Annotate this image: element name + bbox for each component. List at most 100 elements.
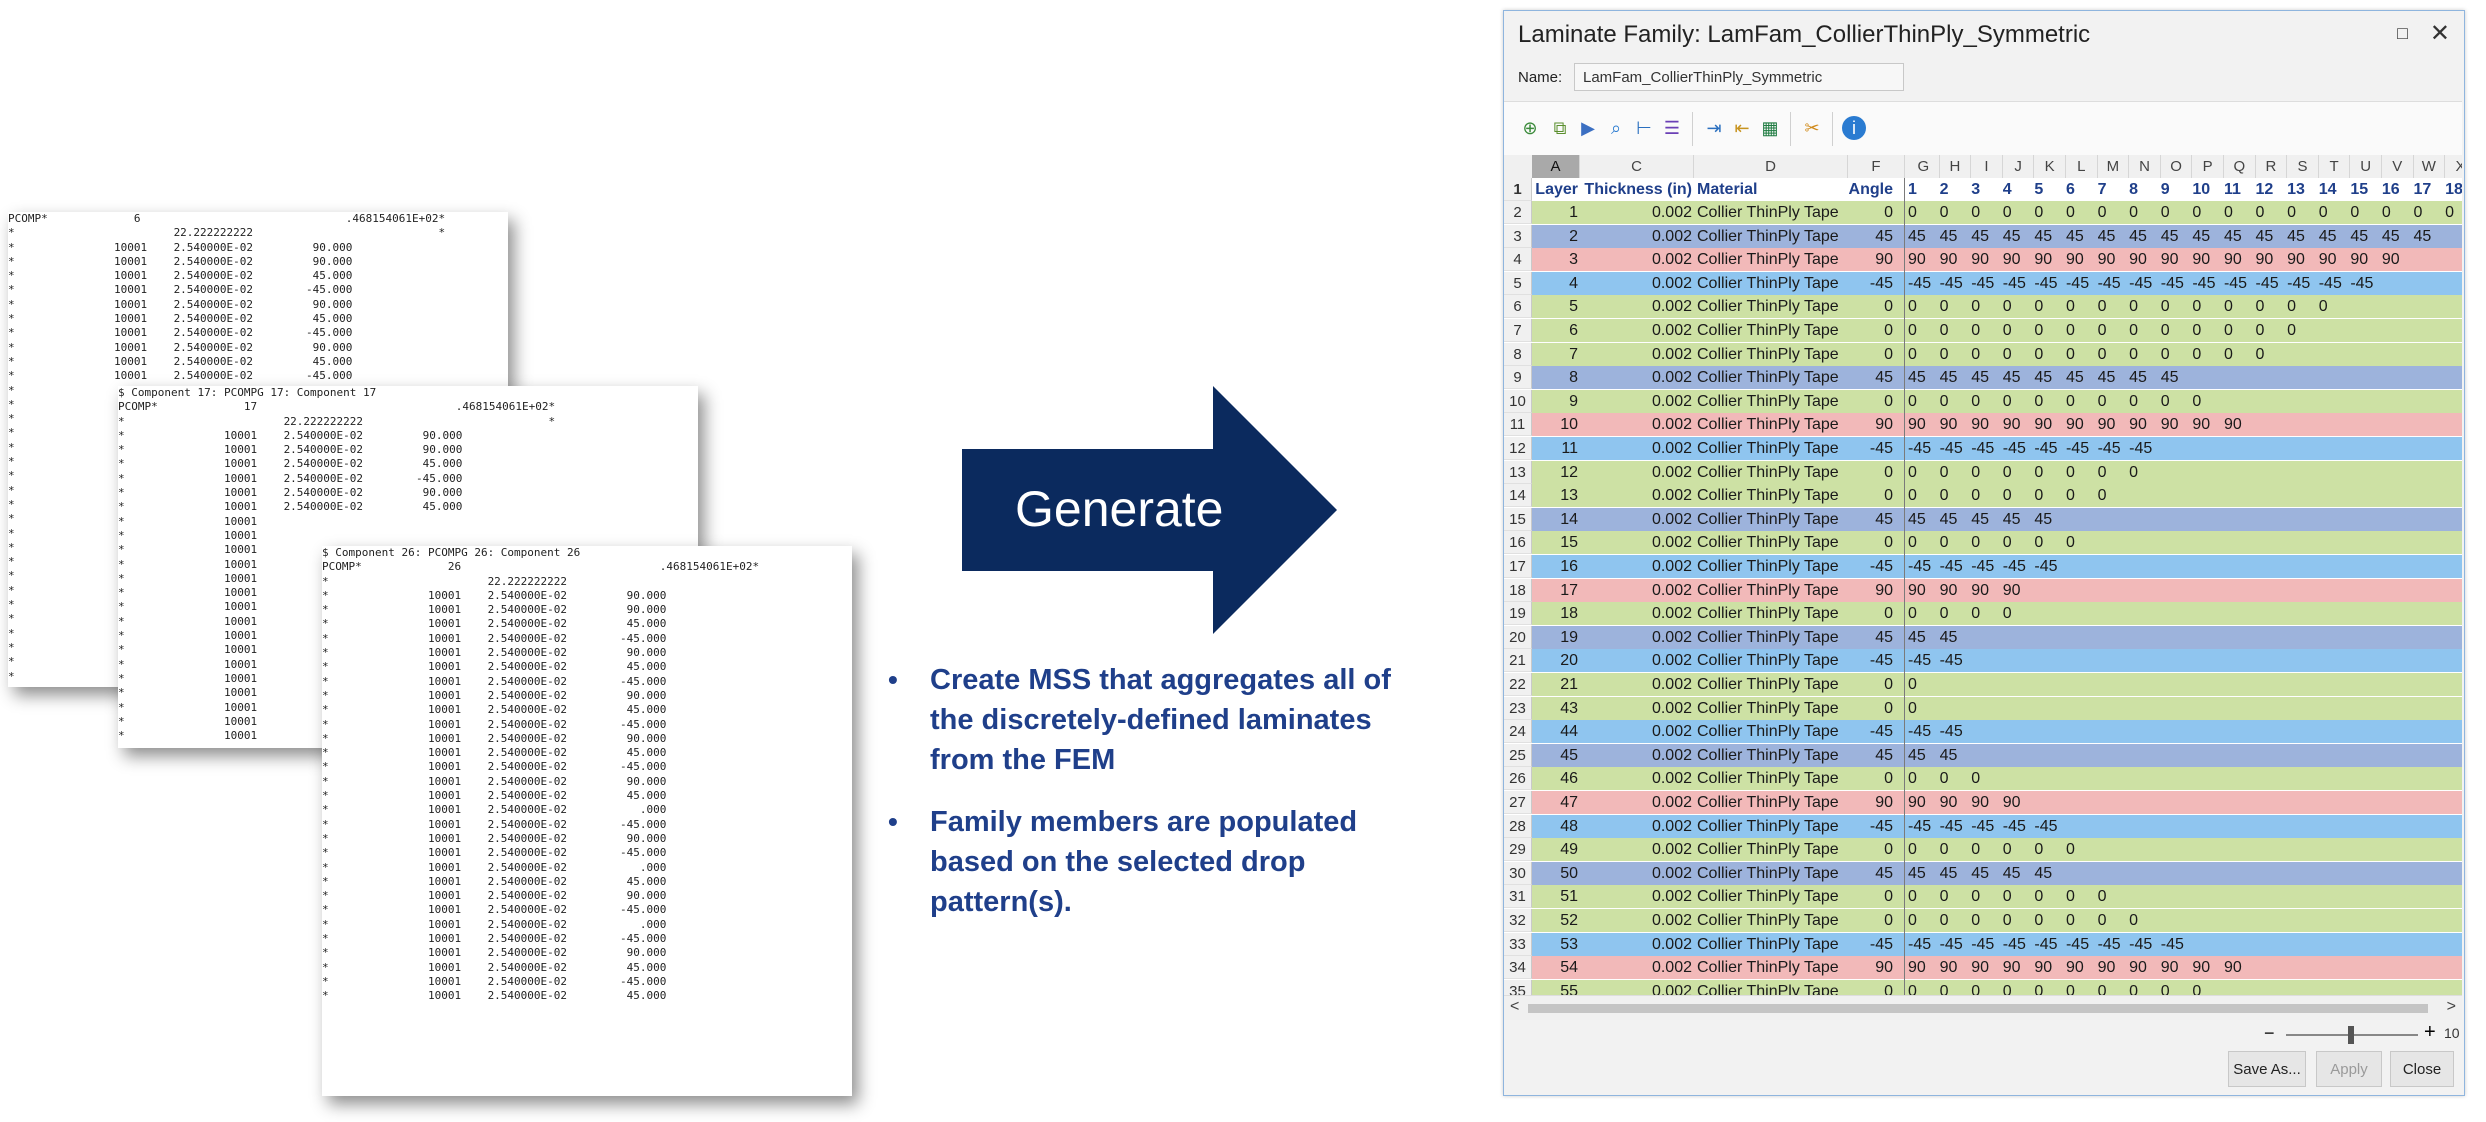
material-cell[interactable]: Collier ThinPly Tape xyxy=(1697,531,1845,554)
angle-cell[interactable]: 45 xyxy=(1847,225,1897,248)
ply-cell[interactable]: 0 xyxy=(1971,484,2003,507)
ply-cell[interactable]: 0 xyxy=(2066,980,2098,995)
ply-cell[interactable]: 0 xyxy=(2034,461,2066,484)
ply-cell[interactable]: -45 xyxy=(1908,437,1940,460)
layer-cell[interactable]: 11 xyxy=(1532,437,1580,460)
ply-cell[interactable]: 90 xyxy=(1971,791,2003,814)
ply-cell[interactable]: 0 xyxy=(1908,343,1940,366)
ply-cell[interactable]: 15 xyxy=(2350,178,2382,201)
ply-cell[interactable]: 90 xyxy=(2224,248,2256,271)
layer-cell[interactable]: 14 xyxy=(1532,508,1580,531)
ply-cell[interactable]: -45 xyxy=(2034,555,2066,578)
angle-cell[interactable]: -45 xyxy=(1847,555,1897,578)
material-cell[interactable]: Collier ThinPly Tape xyxy=(1697,225,1845,248)
ply-cell[interactable]: -45 xyxy=(2319,272,2351,295)
table-row[interactable]: 12 11 0.002 Collier ThinPly Tape -45 -45 -45 -4… xyxy=(1504,437,2462,460)
ply-cell[interactable]: 90 xyxy=(2066,956,2098,979)
column-header-f[interactable]: F xyxy=(1848,155,1905,178)
ply-cell[interactable]: 90 xyxy=(2034,956,2066,979)
name-input[interactable]: LamFam_CollierThinPly_Symmetric xyxy=(1574,63,1904,91)
layer-cell[interactable]: 19 xyxy=(1532,626,1580,649)
ply-cell[interactable]: -45 xyxy=(2066,437,2098,460)
ply-cell[interactable]: 45 xyxy=(2066,366,2098,389)
layer-cell[interactable]: 54 xyxy=(1532,956,1580,979)
material-cell[interactable]: Collier ThinPly Tape xyxy=(1697,791,1845,814)
angle-cell[interactable]: 0 xyxy=(1847,838,1897,861)
angle-cell[interactable]: 0 xyxy=(1847,602,1897,625)
angle-cell[interactable]: 45 xyxy=(1847,744,1897,767)
thickness-cell[interactable]: 0.002 xyxy=(1580,555,1694,578)
ply-cell[interactable]: 45 xyxy=(2003,862,2035,885)
layer-cell[interactable]: 4 xyxy=(1532,272,1580,295)
angle-cell[interactable]: 90 xyxy=(1847,791,1897,814)
angle-cell[interactable]: 45 xyxy=(1847,626,1897,649)
ply-cell[interactable]: 0 xyxy=(1940,295,1972,318)
row-number[interactable]: 15 xyxy=(1504,507,1532,531)
ply-cell[interactable]: 9 xyxy=(2161,178,2193,201)
column-header-u[interactable]: U xyxy=(2350,155,2382,178)
material-cell[interactable]: Collier ThinPly Tape xyxy=(1697,484,1845,507)
table-row[interactable]: 35 55 0.002 Collier ThinPly Tape 0 0 0 0 0 0 0 0 0 0 0 xyxy=(1504,979,2462,995)
info-icon[interactable]: i xyxy=(1842,116,1866,140)
ply-cell[interactable]: 0 xyxy=(2129,201,2161,224)
angle-cell[interactable]: 0 xyxy=(1847,697,1897,720)
column-header-k[interactable]: K xyxy=(2034,155,2066,178)
title-bar[interactable]: Laminate Family: LamFam_CollierThinPly_S… xyxy=(1504,11,2464,61)
thickness-cell[interactable]: 0.002 xyxy=(1580,626,1694,649)
ply-cell[interactable]: 90 xyxy=(1971,956,2003,979)
ply-cell[interactable]: 90 xyxy=(2161,956,2193,979)
thickness-cell[interactable]: 0.002 xyxy=(1580,579,1694,602)
ply-cell[interactable]: 0 xyxy=(2003,484,2035,507)
ply-cell[interactable]: 0 xyxy=(2003,390,2035,413)
ply-cell[interactable]: 0 xyxy=(1908,295,1940,318)
angle-cell[interactable]: -45 xyxy=(1847,437,1897,460)
ply-cell[interactable]: 0 xyxy=(1940,531,1972,554)
ply-cell[interactable]: 45 xyxy=(1940,744,1972,767)
ply-cell[interactable]: 45 xyxy=(1940,508,1972,531)
ply-cell[interactable]: 45 xyxy=(2129,366,2161,389)
thickness-cell[interactable]: 0.002 xyxy=(1580,461,1694,484)
ply-cell[interactable]: -45 xyxy=(1971,555,2003,578)
ply-cell[interactable]: 0 xyxy=(2098,885,2130,908)
row-number[interactable]: 27 xyxy=(1504,791,1532,814)
ply-cell[interactable]: -45 xyxy=(2003,555,2035,578)
ply-cell[interactable]: 45 xyxy=(1940,366,1972,389)
thickness-cell[interactable]: 0.002 xyxy=(1580,201,1694,224)
ply-cell[interactable]: 90 xyxy=(2003,413,2035,436)
material-cell[interactable]: Collier ThinPly Tape xyxy=(1697,838,1845,861)
ply-cell[interactable]: 90 xyxy=(2129,248,2161,271)
ply-cell[interactable]: 0 xyxy=(2034,343,2066,366)
table-row[interactable]: 11 10 0.002 Collier ThinPly Tape 90 90 90 90 90 9… xyxy=(1504,413,2462,437)
ply-cell[interactable]: 45 xyxy=(1971,508,2003,531)
ply-cell[interactable]: 0 xyxy=(1908,767,1940,790)
ply-cell[interactable]: 3 xyxy=(1971,178,2003,201)
ply-cell[interactable]: 90 xyxy=(1940,791,1972,814)
material-cell[interactable]: Collier ThinPly Tape xyxy=(1697,461,1845,484)
column-header-c[interactable]: C xyxy=(1580,155,1694,178)
row-number[interactable]: 19 xyxy=(1504,602,1532,626)
table-row[interactable]: 6 5 0.002 Collier ThinPly Tape 0 0 0 0 0 0 0 0 0 0 0 0 0… xyxy=(1504,295,2462,319)
material-cell[interactable]: Collier ThinPly Tape xyxy=(1697,697,1845,720)
ply-cell[interactable]: -45 xyxy=(2192,272,2224,295)
thickness-cell[interactable]: 0.002 xyxy=(1580,272,1694,295)
zoom-slider-knob[interactable] xyxy=(2348,1026,2354,1044)
ply-cell[interactable]: 0 xyxy=(2003,980,2035,995)
ply-cell[interactable]: -45 xyxy=(2003,815,2035,838)
column-header-d[interactable]: D xyxy=(1694,155,1848,178)
ply-cell[interactable]: 0 xyxy=(2224,295,2256,318)
ply-cell[interactable]: 0 xyxy=(1940,838,1972,861)
ply-cell[interactable]: 90 xyxy=(2098,413,2130,436)
ply-cell[interactable]: 4 xyxy=(2003,178,2035,201)
layer-cell[interactable]: 47 xyxy=(1532,791,1580,814)
ply-cell[interactable]: 0 xyxy=(2129,980,2161,995)
ply-cell[interactable]: 0 xyxy=(1971,767,2003,790)
layer-cell[interactable]: 50 xyxy=(1532,862,1580,885)
ply-cell[interactable]: 45 xyxy=(2098,225,2130,248)
ply-cell[interactable]: 0 xyxy=(1940,390,1972,413)
ply-cell[interactable]: 0 xyxy=(2098,343,2130,366)
ply-cell[interactable]: 90 xyxy=(1908,248,1940,271)
ply-cell[interactable]: 45 xyxy=(2414,225,2446,248)
angle-cell[interactable]: -45 xyxy=(1847,815,1897,838)
ply-cell[interactable]: 45 xyxy=(2287,225,2319,248)
ply-cell[interactable]: 90 xyxy=(2003,579,2035,602)
